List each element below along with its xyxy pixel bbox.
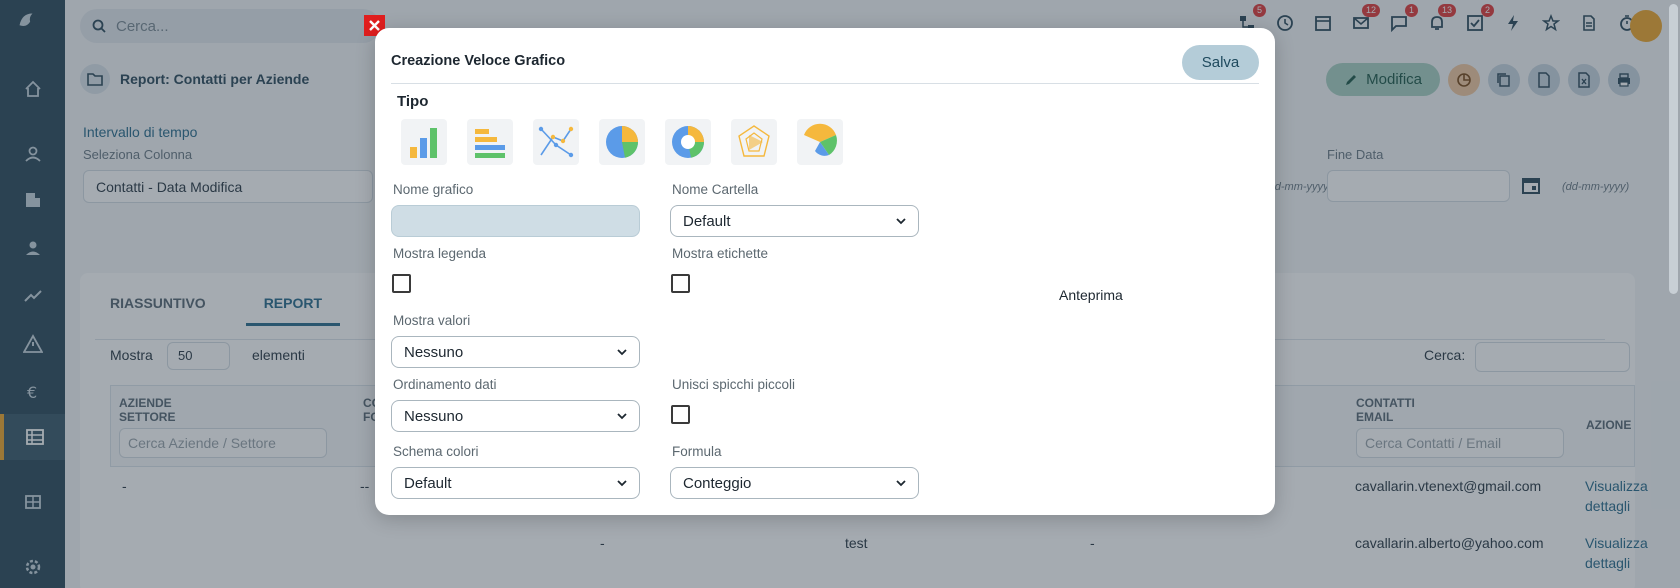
nome-cartella-value: Default — [683, 212, 731, 230]
line-icon[interactable] — [533, 119, 579, 165]
mostra-valori-select[interactable]: Nessuno — [391, 336, 640, 368]
donut-icon[interactable] — [665, 119, 711, 165]
schema-colori-label: Schema colori — [393, 444, 479, 459]
tipo-label: Tipo — [397, 93, 429, 110]
formula-label: Formula — [672, 444, 722, 459]
bar-vertical-icon[interactable] — [401, 119, 447, 165]
pie-icon[interactable] — [599, 119, 645, 165]
chart-type-picker — [401, 119, 843, 165]
chevron-down-icon — [617, 348, 627, 355]
ordinamento-label: Ordinamento dati — [393, 377, 497, 392]
nome-grafico-input[interactable] — [391, 205, 640, 237]
schema-colori-value: Default — [404, 474, 452, 492]
mostra-valori-label: Mostra valori — [393, 313, 471, 328]
bar-horizontal-icon[interactable] — [467, 119, 513, 165]
mostra-etichette-checkbox[interactable] — [671, 274, 690, 293]
mostra-etichette-label: Mostra etichette — [672, 246, 769, 261]
ordinamento-select[interactable]: Nessuno — [391, 400, 640, 432]
chevron-down-icon — [617, 479, 627, 486]
preview-label: Anteprima — [1059, 287, 1123, 303]
modal-title: Creazione Veloce Grafico — [391, 53, 566, 69]
chevron-down-icon — [896, 479, 906, 486]
nome-cartella-label: Nome Cartella — [672, 182, 759, 197]
radar-icon[interactable] — [731, 119, 777, 165]
mostra-legenda-label: Mostra legenda — [393, 246, 487, 261]
mostra-valori-value: Nessuno — [404, 343, 464, 361]
mostra-legenda-checkbox[interactable] — [392, 274, 411, 293]
close-icon — [369, 20, 380, 31]
quick-chart-modal: Creazione Veloce Grafico Salva Tipo Nome… — [375, 28, 1275, 515]
scrollbar[interactable] — [1669, 4, 1678, 294]
modal-divider — [391, 83, 1259, 84]
chevron-down-icon — [896, 217, 906, 224]
chevron-down-icon — [617, 412, 627, 419]
formula-select[interactable]: Conteggio — [670, 467, 919, 499]
ordinamento-value: Nessuno — [404, 407, 464, 425]
schema-colori-select[interactable]: Default — [391, 467, 640, 499]
formula-value: Conteggio — [683, 474, 752, 492]
polar-icon[interactable] — [797, 119, 843, 165]
nome-cartella-select[interactable]: Default — [670, 205, 919, 237]
save-button[interactable]: Salva — [1182, 45, 1259, 80]
unisci-checkbox[interactable] — [671, 405, 690, 424]
unisci-label: Unisci spicchi piccoli — [672, 377, 796, 392]
nome-grafico-label: Nome grafico — [393, 182, 474, 197]
